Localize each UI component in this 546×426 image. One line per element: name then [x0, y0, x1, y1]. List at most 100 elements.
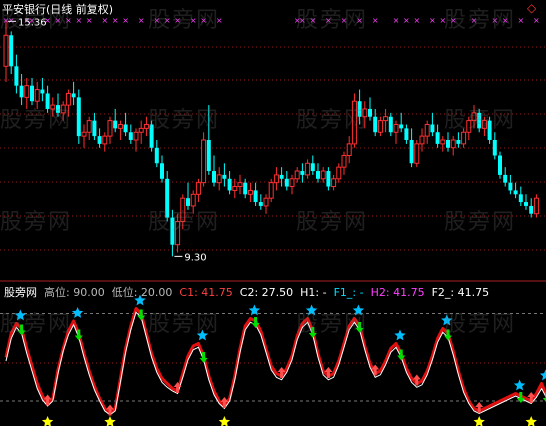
candle	[341, 151, 347, 175]
indicator-legend: 高位: 90.00 低位: 20.00 C1: 41.75 C2: 27.50 H1: …	[44, 286, 496, 299]
candle	[107, 116, 113, 144]
candle-body	[92, 120, 97, 137]
candle-body	[399, 124, 404, 129]
candle-body	[160, 163, 164, 179]
candle-body	[419, 135, 425, 145]
candle	[424, 120, 430, 144]
candle-body	[3, 34, 9, 67]
watermark: 股旁网	[444, 312, 517, 337]
candle-body	[300, 171, 305, 175]
candle	[518, 186, 523, 206]
candle	[446, 132, 450, 152]
candle-body	[128, 132, 133, 140]
candle	[326, 167, 331, 191]
buy-arrow-head	[324, 367, 333, 372]
buy-arrow-shaft	[222, 402, 226, 408]
watermark: 股旁网	[296, 108, 369, 133]
peak-star	[513, 379, 526, 391]
candle	[14, 54, 19, 94]
candle-body	[227, 178, 232, 191]
legend-low: 低位: 20.00	[111, 286, 173, 299]
candle-body	[446, 140, 450, 148]
buy-arrow-shaft	[529, 397, 533, 403]
candle	[377, 116, 383, 137]
candle-body	[336, 166, 342, 180]
candle	[368, 97, 372, 121]
candle-body	[258, 202, 263, 206]
candle	[133, 128, 139, 152]
watermark: 股旁网	[0, 108, 73, 133]
candle	[336, 163, 342, 183]
candle-body	[331, 178, 337, 188]
candle	[529, 198, 534, 218]
bottom-star	[473, 416, 485, 426]
buy-arrow-shaft	[108, 409, 112, 416]
candle-body	[346, 143, 352, 157]
candle	[320, 167, 326, 183]
candle	[81, 124, 87, 148]
candle	[284, 171, 289, 191]
watermark: 股旁网	[148, 8, 221, 33]
candle	[450, 136, 456, 156]
candle-body	[222, 174, 227, 179]
candle-body	[30, 85, 34, 102]
candle	[456, 132, 461, 148]
candle-body	[388, 116, 393, 133]
candle-body	[40, 89, 45, 94]
candle	[113, 108, 118, 133]
watermark: 股旁网	[444, 210, 517, 235]
peak-star	[539, 369, 546, 381]
candle	[435, 124, 440, 148]
candle-body	[237, 182, 243, 188]
watermark: 股旁网	[148, 108, 221, 133]
candle	[414, 140, 420, 168]
candle-body	[310, 163, 315, 172]
candle-body	[430, 124, 435, 133]
signal-mark: ×	[138, 16, 145, 25]
candle-body	[113, 120, 118, 129]
signal-mark: ×	[413, 16, 420, 25]
candle-body	[326, 171, 331, 187]
candle-body	[34, 89, 40, 102]
sell-arrow-shaft	[519, 392, 523, 398]
candle	[430, 112, 435, 137]
candle-body	[409, 140, 414, 164]
buy-arrow	[475, 402, 484, 413]
bottom-star	[218, 416, 231, 426]
watermark: 股旁网	[148, 210, 221, 235]
corner-marker-icon[interactable]: ◇	[527, 2, 536, 15]
candle-body	[404, 128, 409, 140]
candle-body	[97, 136, 102, 144]
signal-mark: ×	[101, 16, 108, 25]
candle	[117, 120, 123, 140]
signal-mark: ×	[393, 16, 400, 25]
candle	[294, 167, 300, 183]
candle-body	[138, 127, 144, 133]
candle-body	[212, 171, 216, 183]
candle-body	[533, 197, 539, 215]
candle-body	[305, 162, 311, 176]
watermark: 股旁网	[296, 210, 369, 235]
candle-body	[102, 135, 108, 145]
signal-mark: ×	[372, 16, 379, 25]
candle-body	[414, 143, 420, 164]
candle-body	[440, 139, 446, 145]
candle	[346, 136, 352, 164]
buy-arrow-shaft	[373, 369, 377, 376]
peak-star	[394, 329, 406, 341]
candle	[154, 140, 159, 168]
candle-body	[279, 174, 284, 179]
buy-arrow-shaft	[176, 387, 180, 393]
candle	[9, 31, 14, 75]
candle-body	[206, 140, 211, 172]
candle-body	[123, 124, 128, 133]
watermark: 股旁网	[444, 108, 517, 133]
watermark: 股旁网	[444, 8, 517, 33]
candle	[86, 116, 92, 140]
candle-body	[71, 93, 76, 98]
watermark: 股旁网	[148, 312, 221, 337]
candle-body	[232, 186, 238, 191]
legend-f2: F2_: 41.75	[431, 286, 490, 299]
buy-arrow-shaft	[477, 407, 481, 413]
candle	[19, 74, 24, 106]
